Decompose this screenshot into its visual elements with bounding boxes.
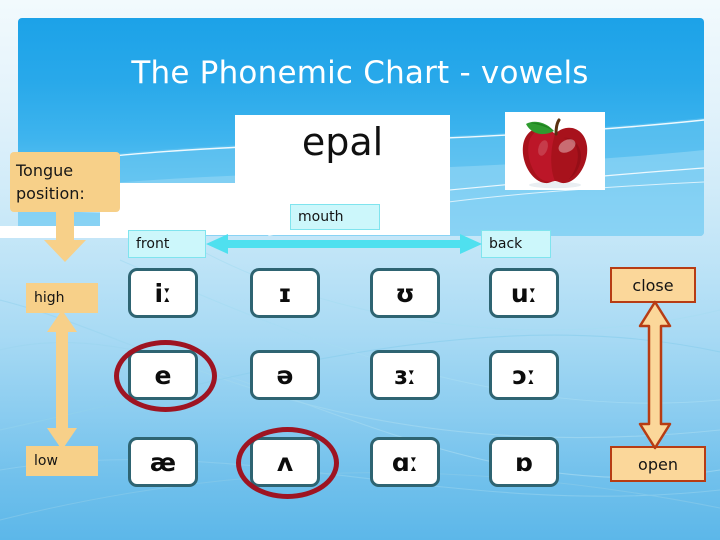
vowel-symbol: ɒ	[515, 447, 533, 477]
vowel-symbol: ʊ	[395, 278, 415, 308]
vowel-cell-r3c1[interactable]: æ	[128, 437, 198, 487]
vowel-cell-r3c3[interactable]: ɑː	[370, 437, 440, 487]
vowel-cell-r3c4[interactable]: ɒ	[489, 437, 559, 487]
vowel-symbol: ɑː	[391, 447, 419, 477]
vowel-cell-r1c1[interactable]: iː	[128, 268, 198, 318]
highlight-circle-e	[114, 340, 217, 412]
vowel-cell-r1c3[interactable]: ʊ	[370, 268, 440, 318]
vowel-cell-r1c2[interactable]: ɪ	[250, 268, 320, 318]
vowel-cell-r2c2[interactable]: ə	[250, 350, 320, 400]
highlight-circle-caret	[236, 427, 339, 499]
vowel-symbol: ɪ	[278, 278, 292, 308]
vowel-symbol: uː	[510, 278, 538, 308]
vowel-symbol: ɜː	[393, 360, 417, 390]
vowel-cell-r2c4[interactable]: ɔː	[489, 350, 559, 400]
vowel-symbol: iː	[154, 278, 172, 308]
vowel-grid: iː ɪ ʊ uː e ə ɜː ɔː æ ʌ ɑː ɒ	[0, 0, 720, 540]
slide-canvas: The Phonemic Chart - vowels epal Tongue …	[0, 0, 720, 540]
vowel-symbol: ɔː	[512, 360, 536, 390]
vowel-cell-r2c3[interactable]: ɜː	[370, 350, 440, 400]
vowel-symbol: ə	[276, 360, 294, 390]
vowel-symbol: æ	[149, 447, 177, 477]
vowel-cell-r1c4[interactable]: uː	[489, 268, 559, 318]
